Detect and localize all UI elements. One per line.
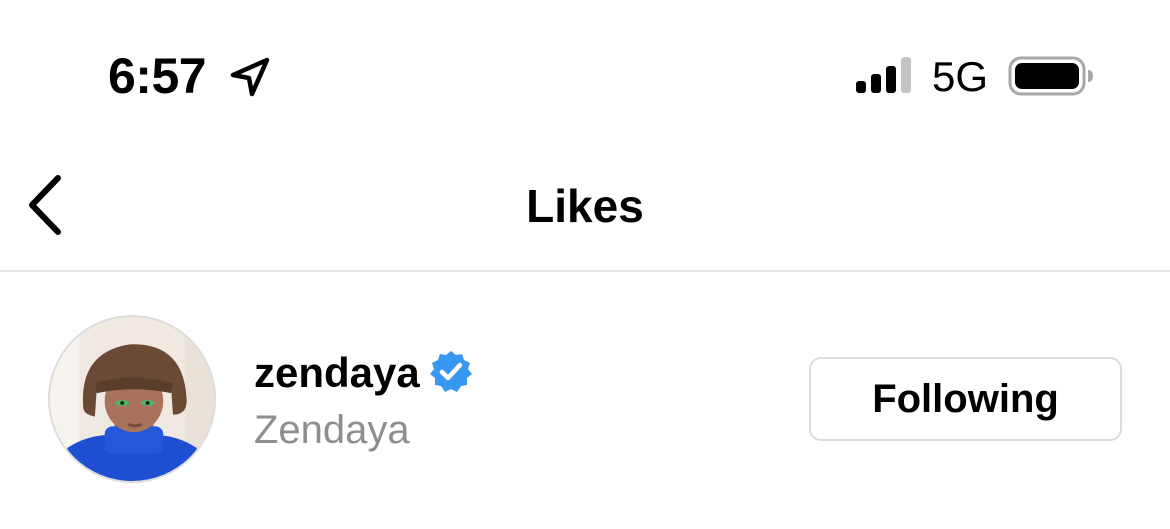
following-button[interactable]: Following xyxy=(809,357,1122,441)
location-arrow-icon xyxy=(230,57,270,97)
status-time: 6:57 xyxy=(108,48,207,104)
full-name: Zendaya xyxy=(254,408,410,452)
cellular-signal-icon xyxy=(856,57,911,93)
avatar[interactable] xyxy=(48,315,216,483)
network-type-label: 5G xyxy=(932,53,989,100)
list-item[interactable]: zendaya Zendaya Following xyxy=(0,272,1170,529)
page-title: Likes xyxy=(526,180,644,232)
verified-badge-icon xyxy=(430,351,472,392)
username[interactable]: zendaya xyxy=(254,348,420,398)
battery-icon xyxy=(1008,56,1093,96)
